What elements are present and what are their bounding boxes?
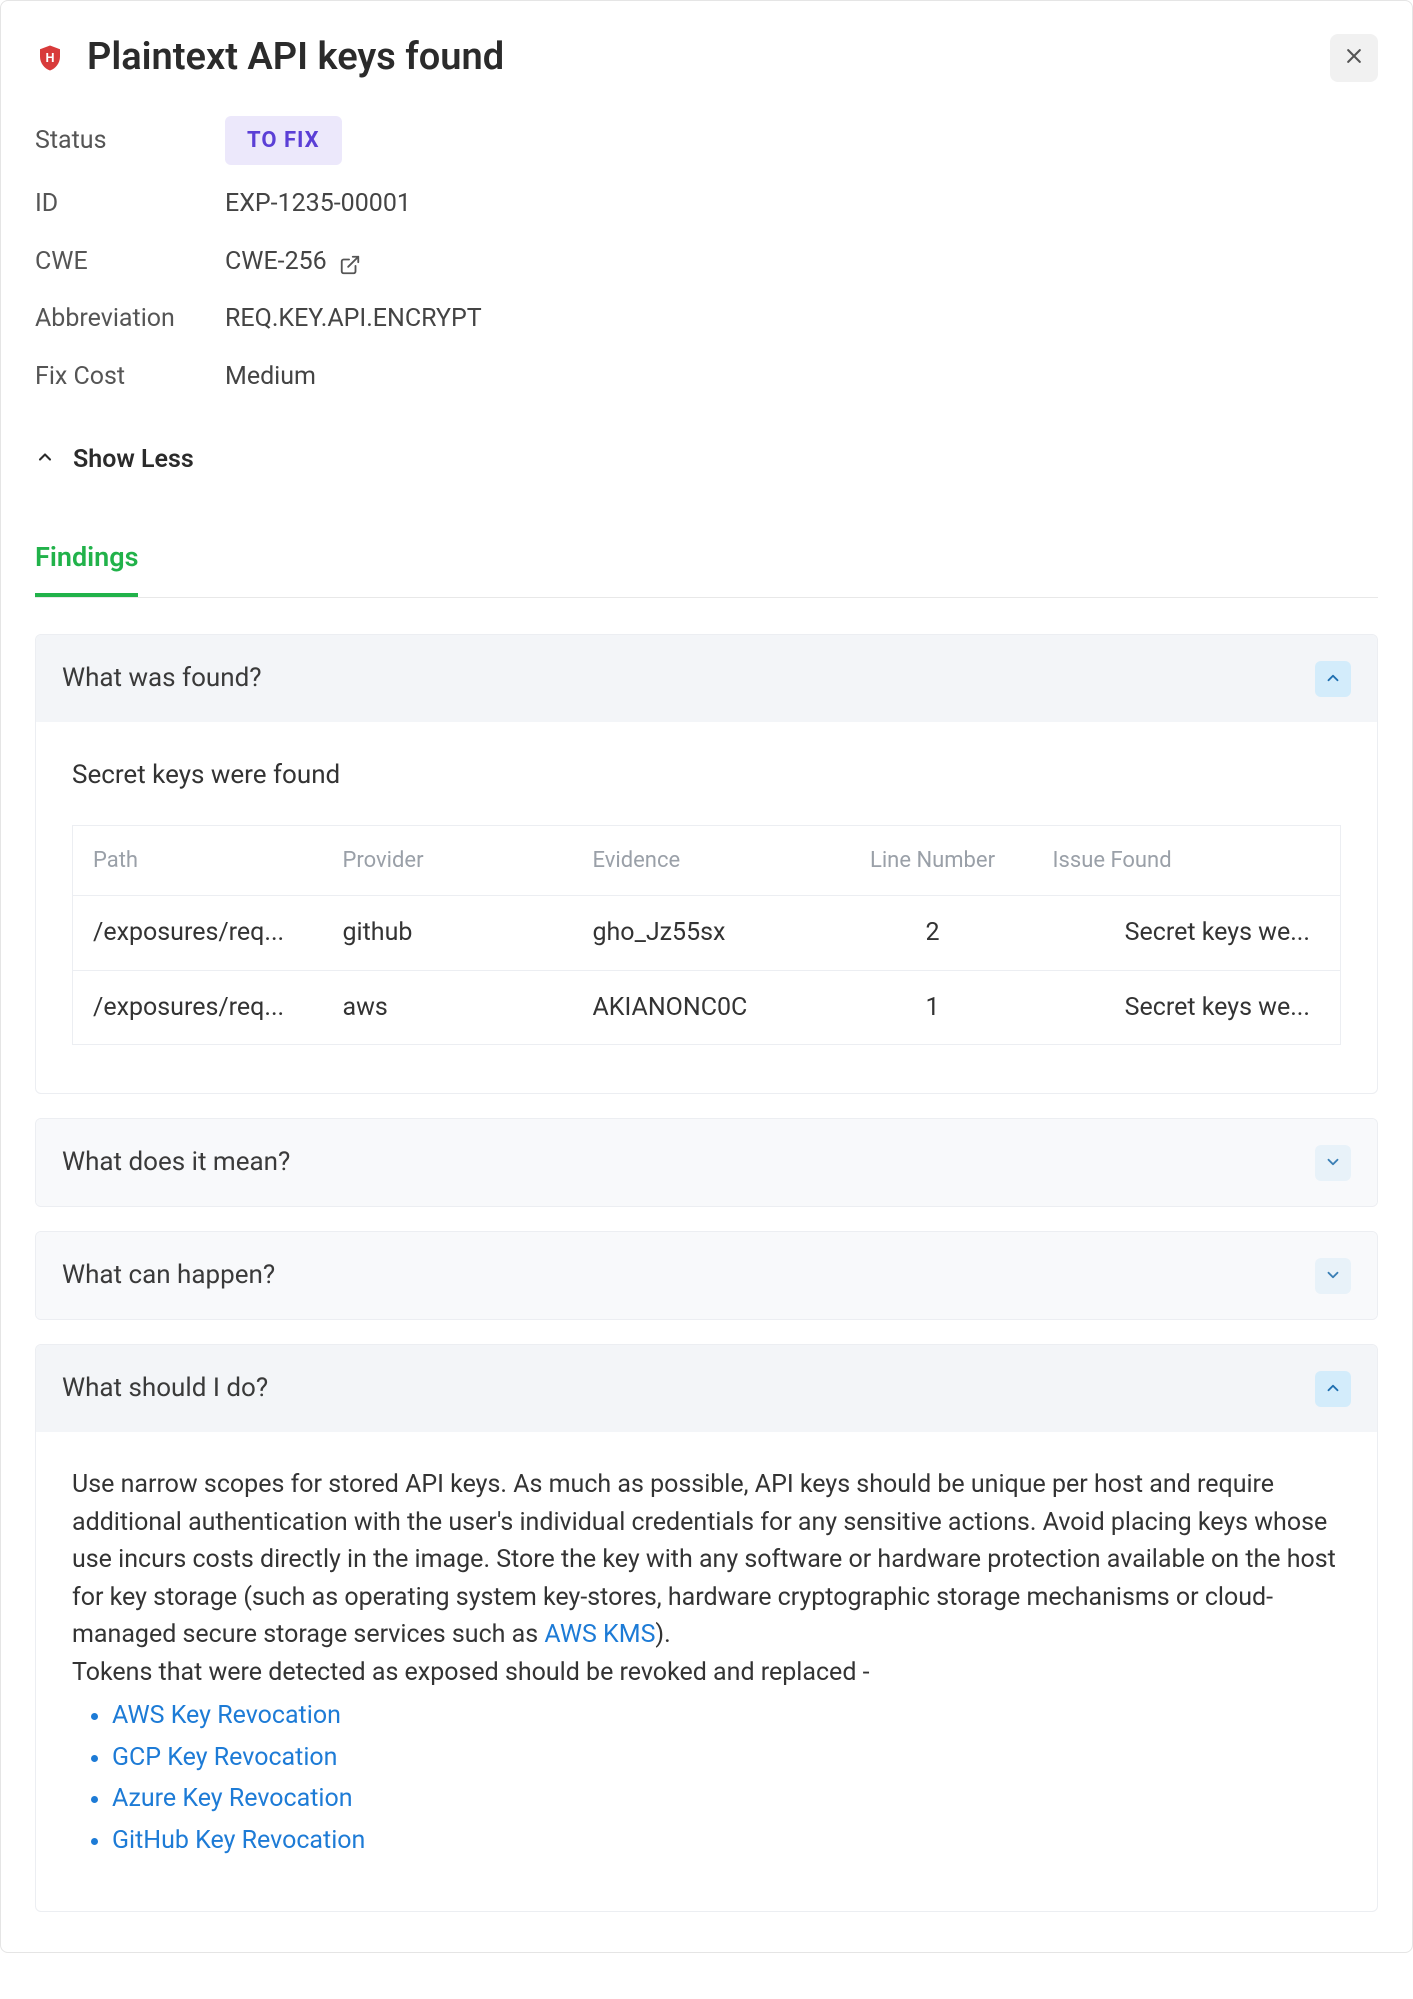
meta-label: Abbreviation — [35, 300, 225, 338]
table-header-row: Path Provider Evidence Line Number Issue… — [73, 826, 1341, 896]
issue-title: Plaintext API keys found — [87, 29, 1330, 86]
status-badge: TO FIX — [225, 116, 342, 165]
revoke-intro: Tokens that were detected as exposed sho… — [72, 1658, 870, 1687]
accordion-what-happen: What can happen? — [35, 1231, 1378, 1320]
external-link-icon — [339, 250, 361, 272]
collapse-button[interactable] — [1315, 661, 1351, 697]
chevron-up-icon — [1324, 661, 1342, 697]
accordion-header[interactable]: What should I do? — [36, 1345, 1377, 1432]
cell-path: /exposures/req... — [73, 970, 323, 1045]
issue-detail-panel: H Plaintext API keys found Status TO FIX… — [0, 0, 1413, 1953]
cell-evidence: AKIANONC0C — [573, 970, 833, 1045]
accordion-title: What was found? — [62, 659, 262, 698]
collapse-button[interactable] — [1315, 1371, 1351, 1407]
meta-row-status: Status TO FIX — [35, 106, 1378, 175]
col-provider: Provider — [323, 826, 573, 896]
accordion-title: What should I do? — [62, 1369, 268, 1408]
meta-label: CWE — [35, 243, 225, 281]
col-line: Line Number — [833, 826, 1033, 896]
show-less-label: Show Less — [73, 441, 194, 479]
meta-label: Status — [35, 122, 225, 160]
svg-text:H: H — [45, 50, 54, 64]
meta-value: EXP-1235-00001 — [225, 185, 411, 223]
meta-row-cwe: CWE CWE-256 — [35, 233, 1378, 291]
revoke-link-gcp[interactable]: GCP Key Revocation — [112, 1743, 337, 1772]
cwe-link[interactable]: CWE-256 — [225, 243, 327, 281]
cell-line: 2 — [833, 896, 1033, 971]
advice-text: Use narrow scopes for stored API keys. A… — [72, 1470, 1336, 1649]
table-row: /exposures/req... github gho_Jz55sx 2 Se… — [73, 896, 1341, 971]
meta-row-abbr: Abbreviation REQ.KEY.API.ENCRYPT — [35, 290, 1378, 348]
meta-table: Status TO FIX ID EXP-1235-00001 CWE CWE-… — [1, 106, 1412, 405]
expand-button[interactable] — [1315, 1145, 1351, 1181]
accordion-what-mean: What does it mean? — [35, 1118, 1378, 1207]
cell-provider: github — [323, 896, 573, 971]
cell-path: /exposures/req... — [73, 896, 323, 971]
accordion-what-do: What should I do? Use narrow scopes for … — [35, 1344, 1378, 1912]
panel-header: H Plaintext API keys found — [1, 1, 1412, 106]
accordion-title: What does it mean? — [62, 1143, 290, 1182]
revocation-list: AWS Key Revocation GCP Key Revocation Az… — [112, 1697, 1341, 1859]
accordion-body: Secret keys were found Path Provider Evi… — [36, 722, 1377, 1093]
finding-summary: Secret keys were found — [72, 756, 1341, 795]
close-icon — [1344, 40, 1364, 76]
accordion-header[interactable]: What does it mean? — [36, 1119, 1377, 1206]
table-row: /exposures/req... aws AKIANONC0C 1 Secre… — [73, 970, 1341, 1045]
col-path: Path — [73, 826, 323, 896]
accordion-header[interactable]: What can happen? — [36, 1232, 1377, 1319]
advice-text-post: ). — [655, 1620, 670, 1649]
col-issue: Issue Found — [1033, 826, 1341, 896]
accordion-body: Use narrow scopes for stored API keys. A… — [36, 1432, 1377, 1911]
chevron-up-icon — [35, 441, 55, 479]
cell-line: 1 — [833, 970, 1033, 1045]
cell-provider: aws — [323, 970, 573, 1045]
chevron-up-icon — [1324, 1371, 1342, 1407]
shield-high-icon: H — [35, 43, 65, 73]
chevron-down-icon — [1324, 1145, 1342, 1181]
show-less-toggle[interactable]: Show Less — [1, 405, 1412, 489]
meta-value: REQ.KEY.API.ENCRYPT — [225, 300, 482, 338]
tab-findings[interactable]: Findings — [35, 537, 138, 598]
cell-issue: Secret keys we... — [1033, 896, 1341, 971]
aws-kms-link[interactable]: AWS KMS — [544, 1620, 655, 1649]
findings-table: Path Provider Evidence Line Number Issue… — [72, 825, 1341, 1045]
revoke-link-azure[interactable]: Azure Key Revocation — [112, 1784, 353, 1813]
accordion-header[interactable]: What was found? — [36, 635, 1377, 722]
meta-row-cost: Fix Cost Medium — [35, 348, 1378, 406]
meta-row-id: ID EXP-1235-00001 — [35, 175, 1378, 233]
cell-evidence: gho_Jz55sx — [573, 896, 833, 971]
meta-value: Medium — [225, 358, 316, 396]
tab-bar: Findings — [35, 537, 1378, 599]
close-button[interactable] — [1330, 34, 1378, 82]
meta-label: ID — [35, 185, 225, 223]
accordion-what-found: What was found? Secret keys were found P… — [35, 634, 1378, 1094]
meta-label: Fix Cost — [35, 358, 225, 396]
accordion-title: What can happen? — [62, 1256, 275, 1295]
expand-button[interactable] — [1315, 1258, 1351, 1294]
chevron-down-icon — [1324, 1258, 1342, 1294]
cell-issue: Secret keys we... — [1033, 970, 1341, 1045]
revoke-link-github[interactable]: GitHub Key Revocation — [112, 1826, 365, 1855]
col-evidence: Evidence — [573, 826, 833, 896]
revoke-link-aws[interactable]: AWS Key Revocation — [112, 1701, 341, 1730]
